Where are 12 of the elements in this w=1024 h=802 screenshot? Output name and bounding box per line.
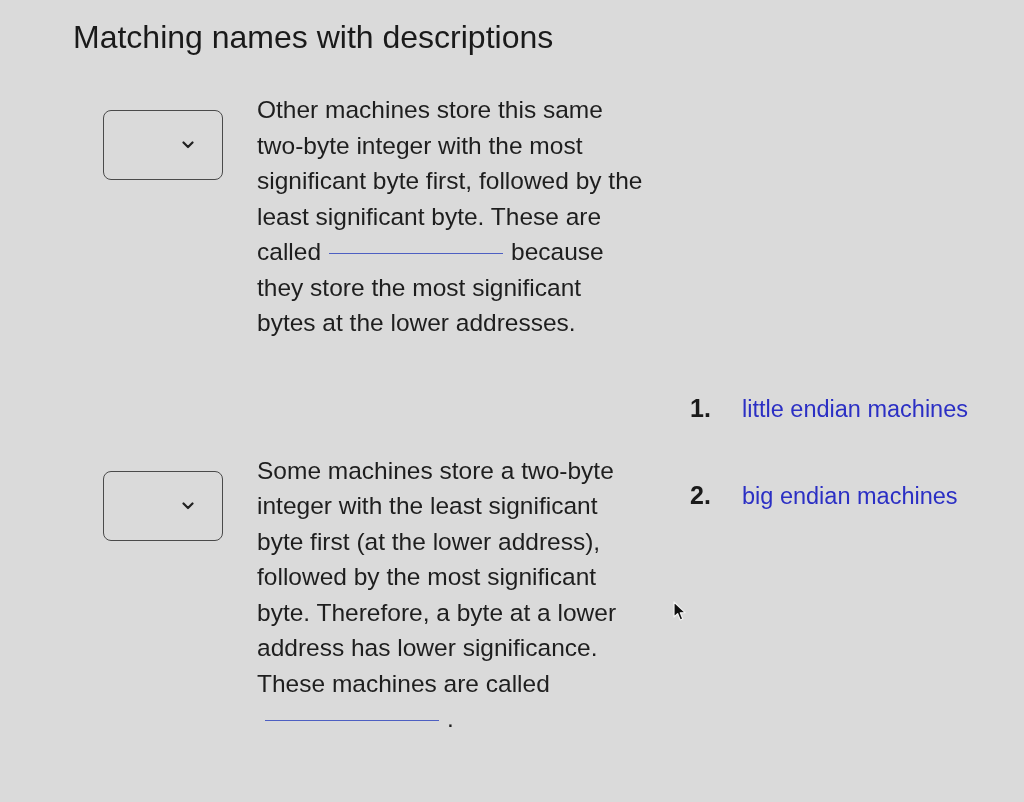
cursor-icon: [673, 601, 687, 622]
page-title: Matching names with descriptions: [73, 18, 554, 57]
question-text: Some machines store a two-byte integer with the least significant byte first (at the lower address), followed by the most significant byte. Therefore, a byte at a lower address has lower significance. These machines are called .: [257, 455, 618, 734]
chevron-down-icon: [182, 141, 194, 149]
answer-dropdown[interactable]: [103, 470, 223, 541]
question-text: Other machines store this same two-byte integer with the most significant byte first, followed by the least significant byte. These are called because they store the most significant bytes at the lower addresses.: [257, 95, 644, 338]
answer-option: little endian machines: [742, 396, 968, 423]
chevron-down-icon: [182, 501, 194, 510]
answer-dropdown[interactable]: [103, 110, 223, 180]
answer-number: 2.: [690, 481, 712, 510]
answer-number: 1.: [690, 394, 712, 423]
answer-option: big endian machines: [742, 483, 958, 510]
